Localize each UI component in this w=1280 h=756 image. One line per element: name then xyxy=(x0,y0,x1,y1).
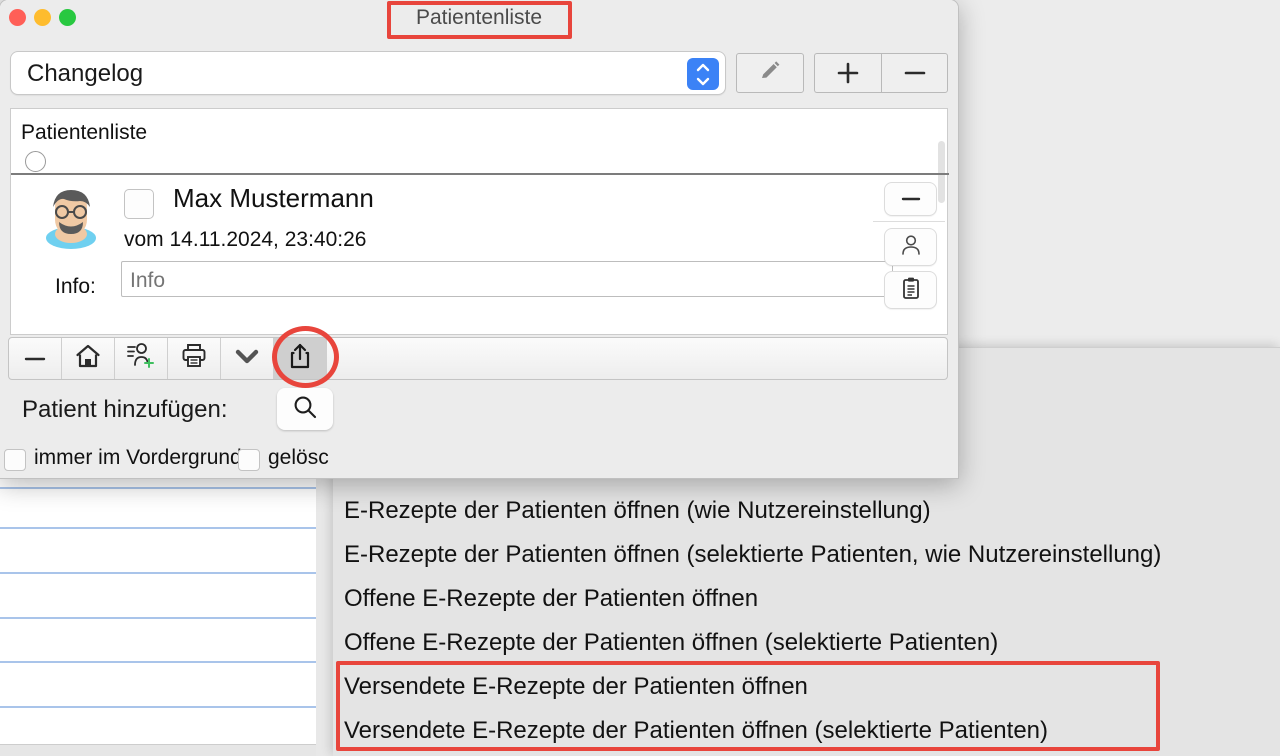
window-titlebar: Patientenliste xyxy=(0,0,958,42)
patient-name: Max Mustermann xyxy=(173,183,374,213)
background-bottom-footer xyxy=(0,744,316,756)
remove-button[interactable] xyxy=(9,338,62,379)
patient-list-toolbar xyxy=(8,337,948,380)
patient-list-header-title: Patientenliste xyxy=(21,121,148,144)
select-all-radio[interactable] xyxy=(25,151,46,172)
options-row: immer im Vordergrund gelösc xyxy=(0,444,958,476)
add-patient-list-button[interactable] xyxy=(115,338,168,379)
chevron-down-icon xyxy=(233,346,261,371)
checkbox-deleted-label: gelösc xyxy=(268,446,329,469)
list-item[interactable]: Max Mustermann vom 14.11.2024, 23:40:26 … xyxy=(11,175,949,330)
changelog-select-value: Changelog xyxy=(27,60,144,87)
search-input-button[interactable] xyxy=(277,388,333,430)
menu-item-open-versendete-erezepte[interactable]: Versendete E-Rezepte der Patienten öffne… xyxy=(344,665,808,709)
checkbox-always-on-top-label: immer im Vordergrund xyxy=(34,446,242,469)
window-title: Patientenliste xyxy=(415,6,543,29)
list-add-person-icon xyxy=(126,342,156,375)
menu-item-open-offene-erezepte[interactable]: Offene E-Rezepte der Patienten öffnen xyxy=(344,577,758,621)
person-button[interactable] xyxy=(884,228,937,266)
clipboard-icon xyxy=(899,276,923,305)
search-icon xyxy=(291,393,319,426)
background-bottom-list xyxy=(0,474,316,756)
menu-item-open-erezepte-user-setting[interactable]: E-Rezepte der Patienten öffnen (wie Nutz… xyxy=(344,489,931,533)
pencil-icon xyxy=(758,59,782,88)
patient-date: vom 14.11.2024, 23:40:26 xyxy=(124,228,367,251)
remove-button[interactable] xyxy=(881,53,948,93)
home-button[interactable] xyxy=(62,338,115,379)
patientenliste-window: Patientenliste Changelog Patientenliste … xyxy=(0,0,959,479)
patient-checkbox[interactable] xyxy=(124,189,154,219)
add-patient-row: Patient hinzufügen: xyxy=(0,388,958,436)
info-label: Info: xyxy=(55,275,96,298)
background-right-panel: 14.11.2024 ndler abgearbeite xyxy=(955,0,1280,360)
print-button[interactable] xyxy=(168,338,221,379)
share-button[interactable] xyxy=(274,338,327,379)
dropdown-button[interactable] xyxy=(221,338,274,379)
checkbox-deleted[interactable] xyxy=(238,449,260,471)
person-icon xyxy=(899,233,923,262)
share-export-icon xyxy=(287,342,313,375)
up-down-chevron-icon[interactable] xyxy=(687,58,719,90)
checkbox-always-on-top[interactable] xyxy=(4,449,26,471)
add-button[interactable] xyxy=(814,53,881,93)
divider xyxy=(873,221,945,222)
add-patient-label: Patient hinzufügen: xyxy=(22,396,228,423)
changelog-combo-row: Changelog xyxy=(0,48,958,100)
edit-button[interactable] xyxy=(736,53,804,93)
menu-item-open-erezepte-selected-user-setting[interactable]: E-Rezepte der Patienten öffnen (selektie… xyxy=(344,533,1161,577)
info-input[interactable] xyxy=(121,261,893,297)
printer-icon xyxy=(180,342,208,375)
patient-list: Patientenliste Max Mustermann vom 14.11.… xyxy=(10,108,949,335)
clipboard-button[interactable] xyxy=(884,271,937,309)
home-icon xyxy=(74,342,102,375)
patient-avatar-icon xyxy=(37,182,105,250)
menu-item-open-versendete-erezepte-selected[interactable]: Versendete E-Rezepte der Patienten öffne… xyxy=(344,709,1048,753)
patient-list-header: Patientenliste xyxy=(11,109,947,203)
remove-entry-button[interactable] xyxy=(884,182,937,216)
changelog-select[interactable]: Changelog xyxy=(10,51,726,95)
menu-item-open-offene-erezepte-selected[interactable]: Offene E-Rezepte der Patienten öffnen (s… xyxy=(344,621,998,665)
